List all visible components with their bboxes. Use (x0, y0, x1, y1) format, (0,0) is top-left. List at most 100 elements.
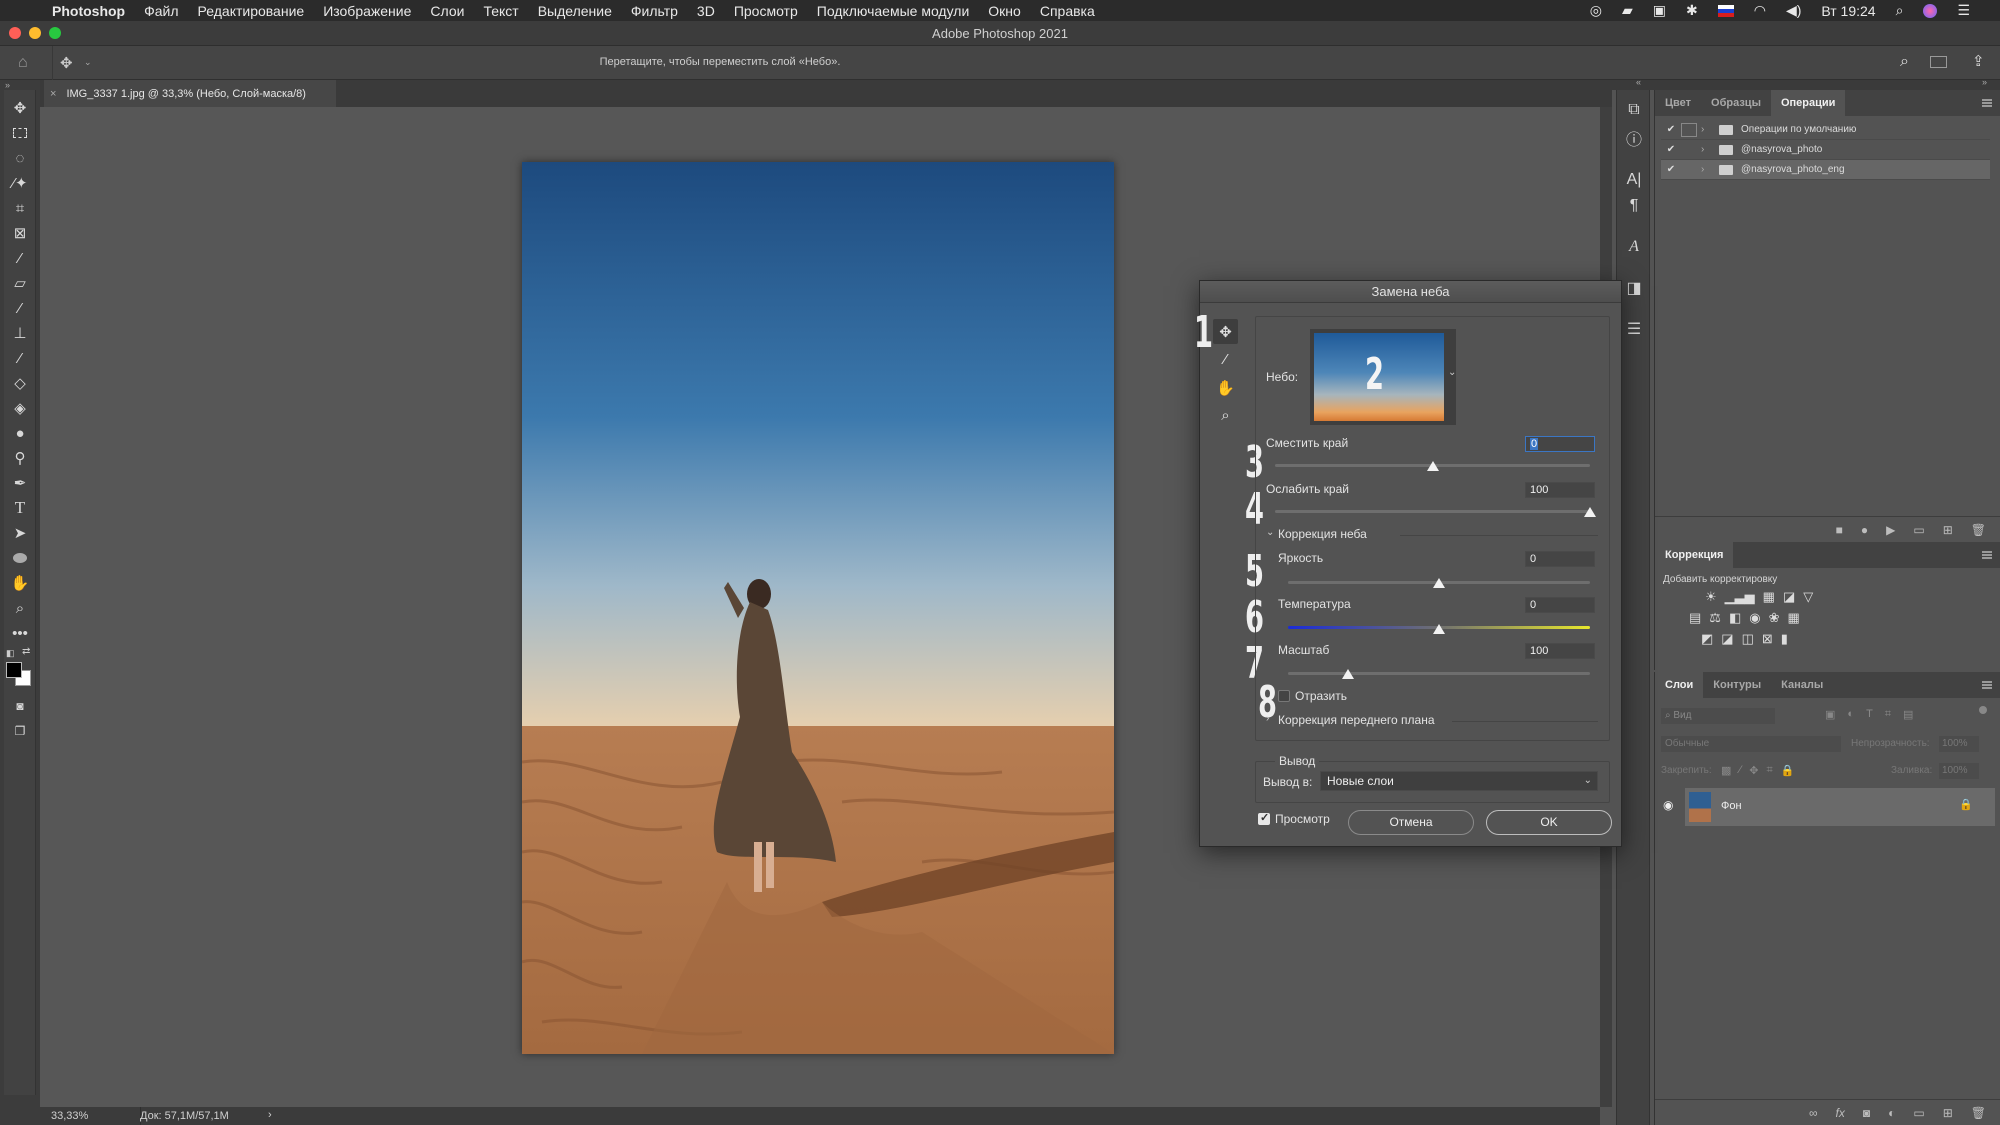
path-selection-tool-icon[interactable]: ➤ (4, 521, 36, 545)
sky-brush-tool-icon[interactable]: ⁄ (1213, 347, 1238, 372)
foreground-color-swatch[interactable] (6, 662, 22, 678)
shift-edge-input[interactable]: 0 (1525, 436, 1595, 452)
invert-icon[interactable]: ◩ (1701, 631, 1713, 647)
fade-edge-slider-track[interactable] (1275, 510, 1590, 513)
check-icon[interactable]: ✔ (1661, 164, 1681, 175)
scale-slider-thumb[interactable] (1342, 669, 1355, 679)
clock[interactable]: Вт 19:24 (1821, 3, 1875, 19)
filter-shape-icon[interactable]: ⌗ (1885, 708, 1891, 721)
photo-filter-icon[interactable]: ◉ (1749, 610, 1760, 626)
eyedropper-tool-icon[interactable]: ⁄ (4, 246, 36, 270)
share-icon[interactable]: ⇪ (1972, 52, 1985, 70)
temperature-slider-thumb[interactable] (1433, 624, 1445, 634)
new-action-icon[interactable]: ⊞ (1943, 523, 1953, 537)
dialog-toggle-icon[interactable] (1681, 143, 1697, 157)
eraser-tool-icon[interactable]: ◇ (4, 371, 36, 395)
cancel-button[interactable]: Отмена (1348, 810, 1474, 835)
delete-layer-icon[interactable]: 🗑 (1971, 1106, 1986, 1120)
status-menu-arrow-icon[interactable]: › (268, 1109, 272, 1121)
posterize-icon[interactable]: ◪ (1721, 631, 1733, 647)
hand-tool-icon[interactable]: ✋ (4, 571, 36, 595)
levels-icon[interactable]: ▁▃▅ (1725, 589, 1755, 605)
zoom-tool-icon[interactable]: ⌕ (4, 596, 36, 620)
check-icon[interactable]: ✔ (1661, 144, 1681, 155)
menu-app[interactable]: Photoshop (52, 3, 125, 19)
wifi-icon[interactable]: ◠ (1754, 2, 1766, 19)
exposure-icon[interactable]: ◪ (1783, 589, 1795, 605)
color-balance-icon[interactable]: ⚖ (1709, 610, 1721, 626)
tab-paths[interactable]: Контуры (1703, 672, 1771, 698)
menu-plugins[interactable]: Подключаемые модули (817, 3, 970, 19)
lasso-tool-icon[interactable]: ◌ (4, 146, 36, 170)
spotlight-icon[interactable]: ⌕ (1896, 2, 1904, 19)
history-brush-tool-icon[interactable]: ⁄ (4, 346, 36, 370)
glyphs-panel-icon[interactable]: A (1617, 234, 1651, 260)
channel-mixer-icon[interactable]: ❀ (1769, 610, 1780, 626)
apple-menu-icon[interactable] (20, 4, 38, 18)
menu-select[interactable]: Выделение (538, 3, 612, 19)
swap-colors-icon[interactable]: ⇄ (22, 646, 30, 657)
workspace-icon[interactable] (1930, 56, 1947, 68)
bluetooth-icon[interactable]: ✱ (1686, 2, 1698, 19)
layer-row[interactable]: ◉ Фон 🔒 (1655, 788, 1995, 826)
filter-smart-object-icon[interactable]: ▤ (1903, 708, 1913, 721)
blur-tool-icon[interactable]: ● (4, 421, 36, 445)
action-set-item[interactable]: ✔ › Операции по умолчанию (1661, 120, 1990, 140)
vibrance-icon[interactable]: ▽ (1803, 589, 1813, 605)
hand-tool-icon[interactable]: ✋ (1213, 375, 1238, 400)
collapse-panels-icon[interactable]: « (1636, 77, 1641, 87)
color-lookup-icon[interactable]: ▦ (1788, 610, 1800, 626)
ru-flag-icon[interactable] (1717, 4, 1734, 17)
lock-position-icon[interactable]: ✥ (1749, 764, 1758, 777)
menu-layers[interactable]: Слои (430, 3, 464, 19)
layer-filter-input[interactable]: ⌕ Вид (1661, 708, 1775, 724)
magic-wand-tool-icon[interactable]: ⁄✦ (4, 171, 36, 195)
new-adjustment-layer-icon[interactable]: ◐ (1888, 1106, 1895, 1120)
chevron-right-icon[interactable]: › (1701, 124, 1715, 135)
screens-icon[interactable]: ▰ (1622, 2, 1633, 19)
sky-adjustments-section[interactable]: Коррекция неба (1278, 527, 1367, 541)
scale-slider-track[interactable] (1288, 672, 1590, 675)
pen-tool-icon[interactable]: ✒ (4, 471, 36, 495)
document-image[interactable] (522, 162, 1114, 1054)
shift-edge-slider-thumb[interactable] (1426, 461, 1439, 471)
link-layers-icon[interactable]: ∞ (1809, 1106, 1818, 1120)
layer-name[interactable]: Фон (1721, 800, 1742, 812)
chevron-right-icon[interactable]: › (1266, 713, 1269, 724)
chevron-down-icon[interactable]: ⌄ (1448, 367, 1456, 378)
layer-style-fx-icon[interactable]: fx (1836, 1106, 1845, 1120)
blend-mode-select[interactable]: Обычные (1661, 736, 1841, 752)
tab-swatches[interactable]: Образцы (1701, 90, 1771, 116)
action-set-item[interactable]: ✔ › @nasyrova_photo (1661, 140, 1990, 160)
stop-icon[interactable]: ■ (1836, 523, 1843, 537)
preview-checkbox[interactable] (1258, 811, 1270, 825)
lock-all-icon[interactable]: 🔒 (1781, 764, 1795, 777)
tab-color[interactable]: Цвет (1655, 90, 1701, 116)
creative-cloud-icon[interactable]: ◎ (1590, 2, 1602, 19)
record-icon[interactable]: ● (1861, 523, 1868, 537)
type-tool-icon[interactable]: T (4, 496, 36, 520)
menu-file[interactable]: Файл (144, 3, 178, 19)
action-set-item-selected[interactable]: ✔ › @nasyrova_photo_eng (1661, 160, 1990, 180)
sky-preset-picker[interactable]: 2 ⌄ (1310, 329, 1456, 425)
control-center-icon[interactable]: ☰ (1957, 2, 1970, 19)
info-panel-icon[interactable]: ⓘ (1617, 125, 1651, 151)
tab-adjustments[interactable]: Коррекция (1655, 542, 1734, 568)
filter-type-icon[interactable]: T (1866, 708, 1873, 721)
search-icon[interactable]: ⌕ (1900, 53, 1909, 71)
fade-edge-slider-thumb[interactable] (1584, 507, 1596, 517)
threshold-icon[interactable]: ◫ (1742, 631, 1754, 647)
temperature-input[interactable]: 0 (1525, 597, 1595, 613)
menu-type[interactable]: Текст (483, 3, 518, 19)
gradient-map-icon[interactable]: ▮ (1781, 631, 1788, 647)
new-group-icon[interactable]: ▭ (1913, 1106, 1924, 1120)
selective-color-icon[interactable]: ⊠ (1762, 631, 1773, 647)
marquee-tool-icon[interactable] (4, 121, 36, 145)
menu-filter[interactable]: Фильтр (631, 3, 678, 19)
menu-edit[interactable]: Редактирование (198, 3, 305, 19)
quick-mask-icon[interactable]: ◙ (4, 694, 36, 718)
dialog-toggle-icon[interactable] (1681, 122, 1697, 137)
lock-image-icon[interactable]: ⁄ (1739, 764, 1741, 777)
default-colors-icon[interactable]: ◧ (6, 648, 15, 659)
paragraph-panel-icon[interactable]: ¶ (1617, 193, 1651, 219)
